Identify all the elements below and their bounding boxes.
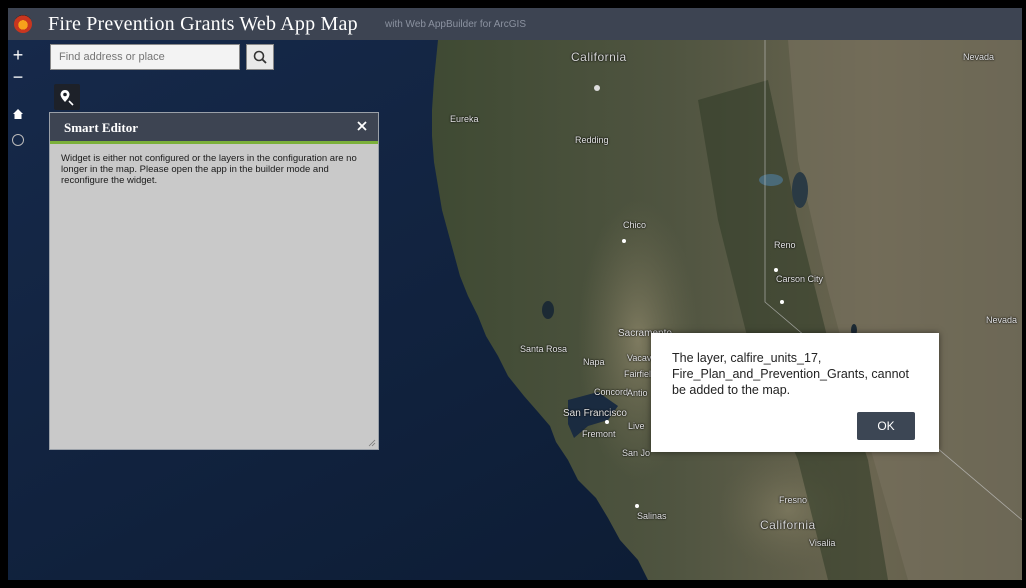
panel-message: Widget is either not configured or the l… [61, 153, 357, 186]
place-label: California [760, 518, 816, 532]
search-button[interactable] [246, 44, 274, 70]
place-label: Chico [623, 220, 647, 230]
place-label: Napa [583, 357, 605, 367]
zoom-out-button[interactable]: − [10, 68, 26, 86]
place-label: San Francisco [563, 408, 627, 419]
place-label: San Jo [622, 448, 651, 458]
place-label: Live [628, 421, 645, 431]
circle-icon [12, 134, 24, 146]
search-icon [253, 50, 267, 64]
app-header: Fire Prevention Grants Web App Map with … [8, 8, 1022, 40]
place-label: Nevada [963, 52, 995, 62]
my-location-button[interactable] [10, 132, 26, 150]
place-label: Visalia [809, 538, 836, 548]
edit-tool-button[interactable] [54, 84, 80, 110]
place-label: California [571, 50, 627, 64]
place-label: Antio [627, 388, 648, 398]
panel-header: Smart Editor [50, 113, 378, 144]
place-label: Redding [575, 135, 609, 145]
app-window: Fire Prevention Grants Web App Map with … [8, 8, 1022, 580]
search-widget [50, 44, 275, 72]
place-label: Reno [774, 240, 796, 250]
zoom-in-button[interactable]: + [10, 46, 26, 64]
place-label: Santa Rosa [520, 344, 568, 354]
fire-logo-icon [14, 15, 32, 33]
place-label: Fresno [779, 495, 808, 505]
close-icon[interactable] [355, 119, 369, 133]
panel-title: Smart Editor [64, 120, 139, 135]
app-title: Fire Prevention Grants Web App Map [48, 13, 358, 35]
home-icon [13, 109, 23, 119]
error-dialog: The layer, calfire_units_17, Fire_Plan_a… [651, 333, 939, 452]
app-subtitle: with Web AppBuilder for ArcGIS [385, 19, 526, 30]
home-button[interactable] [10, 105, 26, 123]
search-input[interactable] [50, 44, 240, 70]
dialog-message: The layer, calfire_units_17, Fire_Plan_a… [672, 351, 909, 397]
place-label: Concord [594, 387, 629, 397]
place-label: Nevada [986, 315, 1018, 325]
ok-button[interactable]: OK [857, 412, 915, 440]
locate-pin-icon [60, 90, 74, 106]
place-label: Carson City [776, 274, 824, 284]
smart-editor-panel: Smart Editor Widget is either not config… [49, 112, 379, 450]
resize-handle-icon[interactable] [368, 439, 376, 447]
place-label: Eureka [450, 114, 479, 124]
place-label: Fremont [582, 429, 616, 439]
place-label: Salinas [637, 511, 667, 521]
